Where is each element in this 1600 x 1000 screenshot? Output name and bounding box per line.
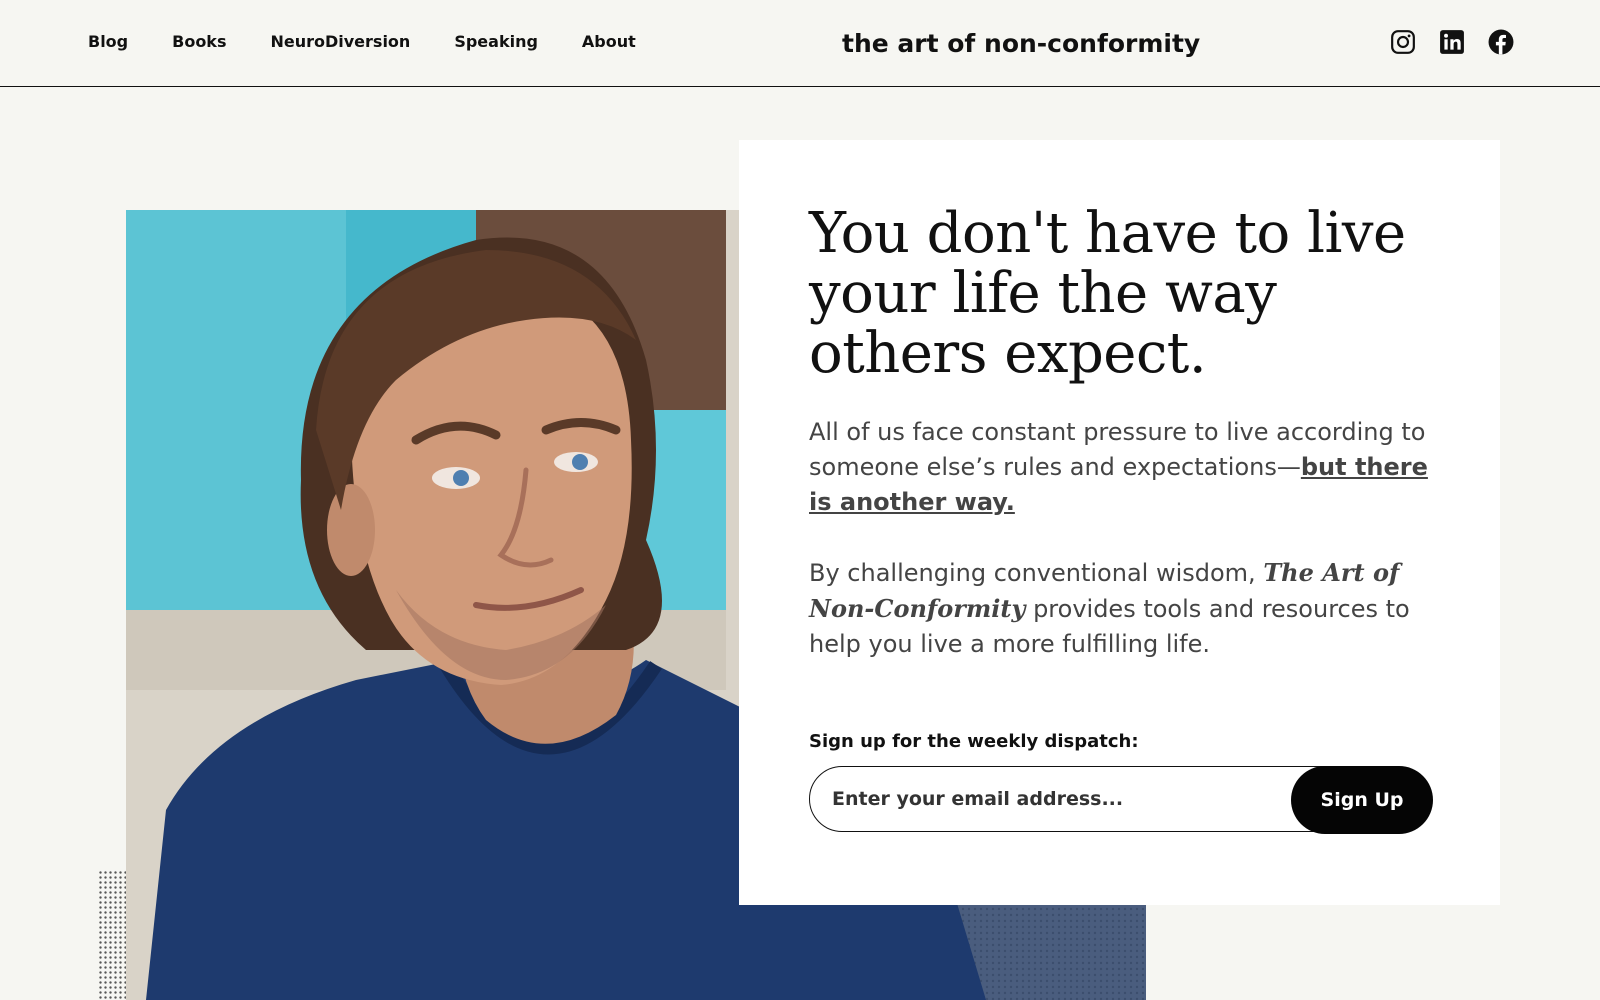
- description-text-before: By challenging conventional wisdom,: [809, 559, 1264, 587]
- sign-up-button[interactable]: Sign Up: [1291, 766, 1433, 834]
- hero-description-paragraph: By challenging conventional wisdom, The …: [809, 555, 1439, 662]
- instagram-icon[interactable]: [1390, 29, 1416, 55]
- hero-headline: You don't have to live your life the way…: [809, 201, 1406, 386]
- facebook-icon[interactable]: [1488, 29, 1514, 55]
- signup-label: Sign up for the weekly dispatch:: [809, 731, 1139, 752]
- nav-neurodiversion[interactable]: NeuroDiversion: [270, 31, 410, 53]
- nav-speaking[interactable]: Speaking: [454, 31, 538, 53]
- hero-intro-paragraph: All of us face constant pressure to live…: [809, 415, 1439, 520]
- linkedin-icon[interactable]: [1439, 29, 1465, 55]
- nav-about[interactable]: About: [582, 31, 636, 53]
- hero-card: You don't have to live your life the way…: [739, 140, 1500, 905]
- social-links: [1390, 29, 1514, 55]
- newsletter-signup-form: Sign Up: [809, 766, 1433, 834]
- nav-books[interactable]: Books: [172, 31, 226, 53]
- nav-blog[interactable]: Blog: [88, 31, 128, 53]
- site-header: Blog Books NeuroDiversion Speaking About…: [0, 0, 1600, 87]
- site-title[interactable]: the art of non-conformity: [842, 27, 1200, 61]
- main-nav: Blog Books NeuroDiversion Speaking About: [88, 31, 680, 53]
- halftone-decoration: [98, 870, 128, 1000]
